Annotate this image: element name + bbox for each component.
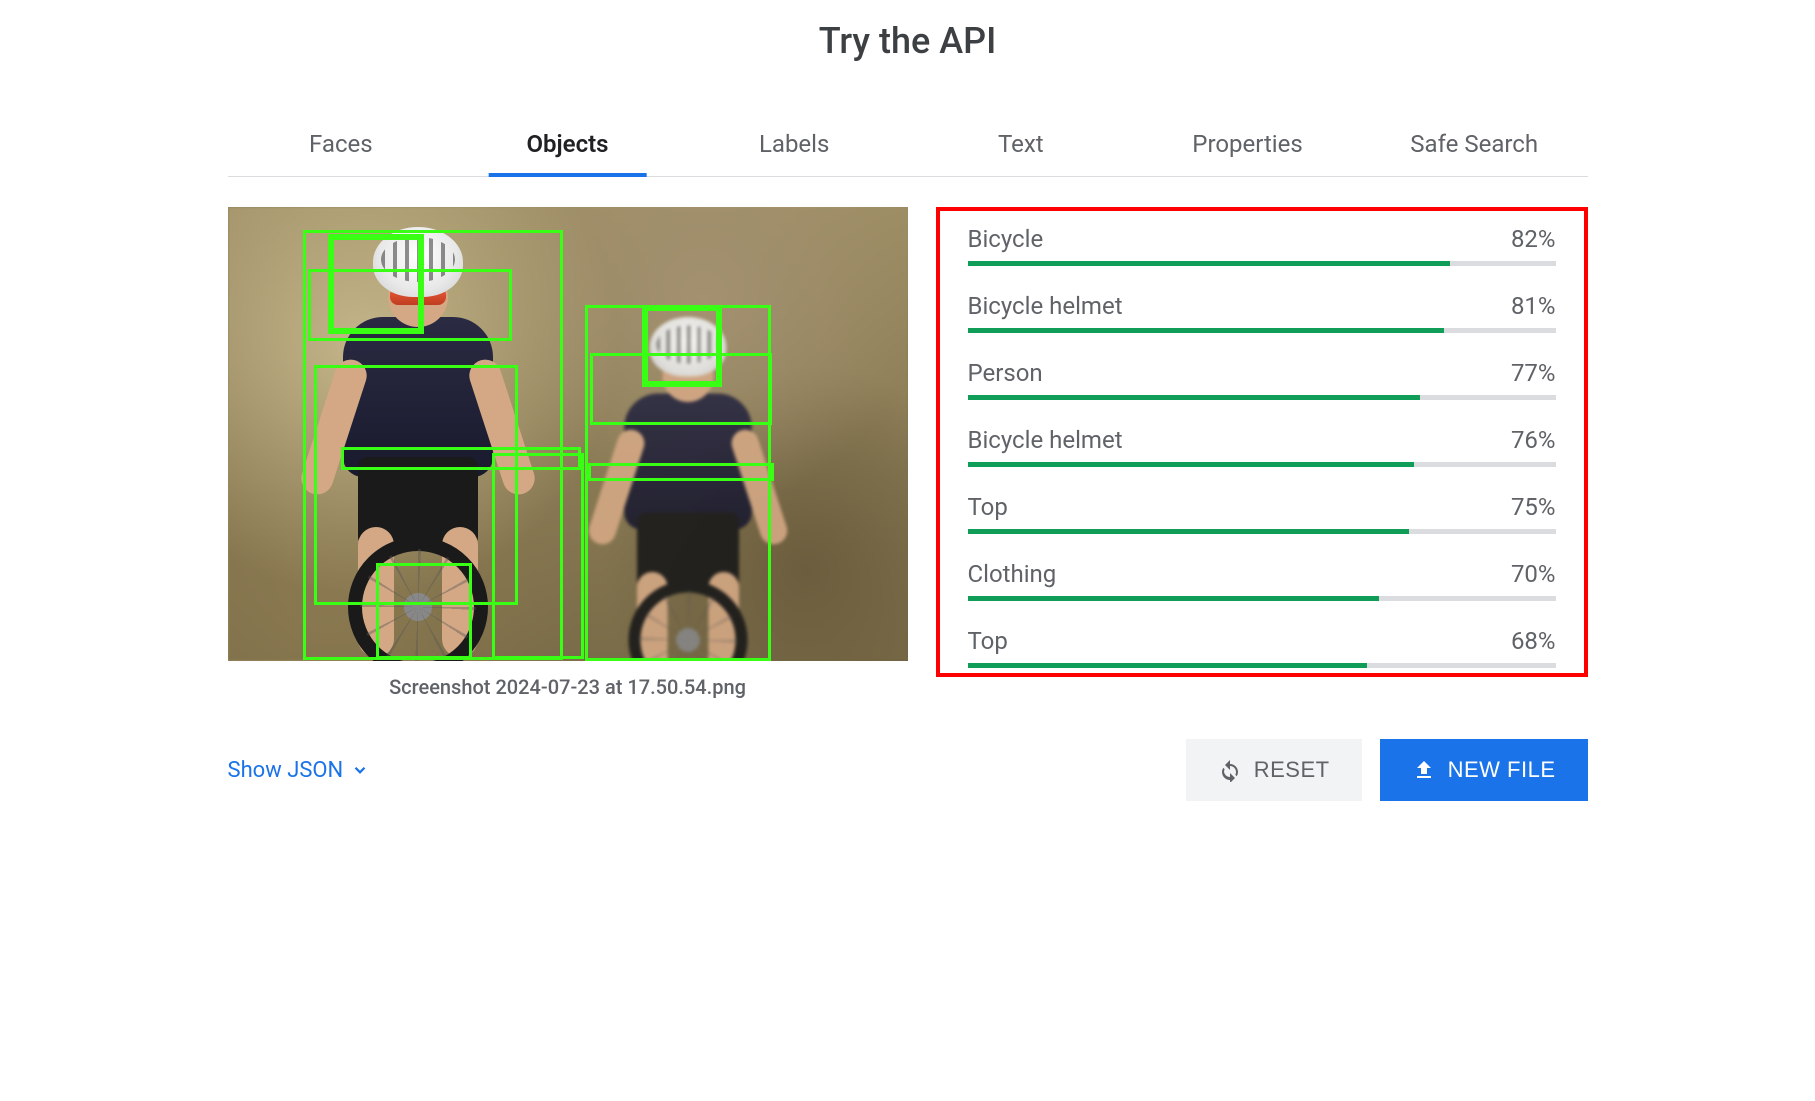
detection-box bbox=[492, 453, 584, 659]
detection-row[interactable]: Top 68% bbox=[968, 627, 1556, 668]
confidence-bar-track bbox=[968, 462, 1556, 467]
image-caption: Screenshot 2024-07-23 at 17.50.54.png bbox=[228, 675, 908, 699]
detection-confidence: 82% bbox=[1511, 225, 1556, 253]
reset-button[interactable]: RESET bbox=[1186, 739, 1362, 801]
confidence-bar-fill bbox=[968, 328, 1444, 333]
detection-label: Bicycle helmet bbox=[968, 426, 1123, 454]
new-file-label: NEW FILE bbox=[1448, 757, 1556, 783]
detection-confidence: 75% bbox=[1511, 493, 1556, 521]
confidence-bar-fill bbox=[968, 395, 1421, 400]
confidence-bar-track bbox=[968, 328, 1556, 333]
page-title: Try the API bbox=[228, 20, 1588, 62]
detection-label: Bicycle helmet bbox=[968, 292, 1123, 320]
confidence-bar-fill bbox=[968, 261, 1450, 266]
show-json-link[interactable]: Show JSON bbox=[228, 758, 370, 783]
detection-confidence: 77% bbox=[1511, 359, 1556, 387]
confidence-bar-track bbox=[968, 529, 1556, 534]
tab-objects[interactable]: Objects bbox=[454, 112, 681, 176]
detection-row[interactable]: Bicycle helmet 76% bbox=[968, 426, 1556, 467]
tab-labels[interactable]: Labels bbox=[681, 112, 908, 176]
detection-confidence: 68% bbox=[1511, 627, 1556, 655]
upload-icon bbox=[1412, 758, 1436, 782]
action-buttons: RESET NEW FILE bbox=[1186, 739, 1588, 801]
reset-label: RESET bbox=[1254, 757, 1330, 783]
detection-box bbox=[328, 234, 424, 334]
detection-confidence: 81% bbox=[1511, 292, 1556, 320]
reset-icon bbox=[1218, 758, 1242, 782]
detection-row[interactable]: Person 77% bbox=[968, 359, 1556, 400]
detection-box bbox=[642, 305, 722, 387]
image-panel: Screenshot 2024-07-23 at 17.50.54.png bbox=[228, 207, 908, 699]
tab-faces[interactable]: Faces bbox=[228, 112, 455, 176]
tab-text[interactable]: Text bbox=[908, 112, 1135, 176]
tab-safe-search[interactable]: Safe Search bbox=[1361, 112, 1588, 176]
show-json-label: Show JSON bbox=[228, 758, 344, 783]
detection-box bbox=[376, 563, 472, 659]
detection-label: Top bbox=[968, 493, 1008, 521]
confidence-bar-fill bbox=[968, 462, 1415, 467]
tab-properties[interactable]: Properties bbox=[1134, 112, 1361, 176]
detection-row[interactable]: Bicycle 82% bbox=[968, 225, 1556, 266]
chevron-down-icon bbox=[351, 761, 369, 779]
detection-label: Bicycle bbox=[968, 225, 1044, 253]
detection-confidence: 76% bbox=[1511, 426, 1556, 454]
footer: Show JSON RESET NEW FILE bbox=[228, 739, 1588, 801]
confidence-bar-track bbox=[968, 663, 1556, 668]
new-file-button[interactable]: NEW FILE bbox=[1380, 739, 1588, 801]
confidence-bar-track bbox=[968, 395, 1556, 400]
tabs: FacesObjectsLabelsTextPropertiesSafe Sea… bbox=[228, 112, 1588, 177]
confidence-bar-track bbox=[968, 261, 1556, 266]
detection-box bbox=[588, 463, 774, 481]
detection-row[interactable]: Top 75% bbox=[968, 493, 1556, 534]
content: Screenshot 2024-07-23 at 17.50.54.png Bi… bbox=[228, 207, 1588, 699]
detection-label: Top bbox=[968, 627, 1008, 655]
detection-confidence: 70% bbox=[1511, 560, 1556, 588]
confidence-bar-fill bbox=[968, 529, 1409, 534]
confidence-bar-track bbox=[968, 596, 1556, 601]
analyzed-image bbox=[228, 207, 908, 661]
detection-row[interactable]: Bicycle helmet 81% bbox=[968, 292, 1556, 333]
results-panel: Bicycle 82% Bicycle helmet 81% Person 77% Bicy… bbox=[936, 207, 1588, 677]
confidence-bar-fill bbox=[968, 663, 1368, 668]
detection-row[interactable]: Clothing 70% bbox=[968, 560, 1556, 601]
detection-label: Clothing bbox=[968, 560, 1057, 588]
confidence-bar-fill bbox=[968, 596, 1380, 601]
detection-label: Person bbox=[968, 359, 1043, 387]
